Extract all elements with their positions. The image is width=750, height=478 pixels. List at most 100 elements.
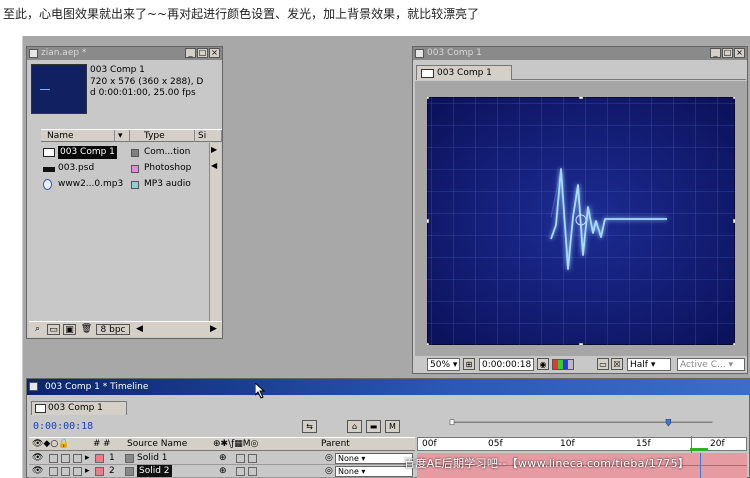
label-swatch[interactable] — [95, 467, 104, 476]
number-column: # — [103, 439, 111, 449]
live-update-icon[interactable]: ⌂ — [347, 420, 362, 433]
eye-icon[interactable]: 👁 — [32, 452, 43, 464]
maximize-button[interactable]: □ — [197, 48, 208, 58]
current-time-display[interactable]: 0:00:00:18 — [479, 358, 535, 371]
snapshot-icon[interactable]: ◉ — [537, 358, 549, 370]
audio-toggle[interactable] — [49, 454, 58, 463]
solo-toggle[interactable] — [61, 454, 70, 463]
project-title-bar[interactable]: zian.aep * _ □ × — [27, 47, 222, 60]
solo-toggle[interactable] — [61, 467, 70, 476]
label-swatch[interactable] — [131, 149, 139, 157]
comp-flowchart-icon[interactable]: ⇆ — [302, 420, 317, 433]
ruler-tick: 05f — [488, 439, 503, 449]
bpc-button[interactable]: 8 bpc — [96, 324, 130, 335]
time-ruler[interactable]: 00f 05f 10f 15f 20f — [417, 436, 747, 454]
timeline-title-bar[interactable]: 003 Comp 1 * Timeline — [27, 379, 750, 395]
shy-switch-icon[interactable]: ⊕ — [219, 465, 227, 477]
quality-switch[interactable] — [236, 467, 245, 476]
parent-pickwhip-icon[interactable]: ◎ — [325, 452, 333, 464]
lock-toggle[interactable] — [73, 467, 82, 476]
layer-number: 2 — [109, 466, 115, 476]
selected-item-duration: d 0:00:01:00, 25.00 fps — [90, 88, 196, 98]
work-area-bar[interactable] — [417, 419, 747, 427]
layer-name[interactable]: Solid 2 — [137, 465, 172, 477]
label-column-icon[interactable]: ▾ — [115, 130, 130, 142]
ecg-composition-frame[interactable] — [427, 97, 735, 345]
shy-switch-icon[interactable]: ⊕ — [219, 452, 227, 464]
page-caption: 至此，心电图效果就出来了~~再对起进行颜色设置、发光，加上背景效果，就比较漂亮了 — [3, 7, 480, 21]
current-time-indicator[interactable] — [691, 436, 692, 454]
parent-dropdown[interactable]: None ▾ — [335, 453, 413, 464]
timeline-column-header: 👁◆○🔒 # # Source Name ⊕✱\ƒ▦M◎ Parent — [29, 437, 415, 451]
layer-name[interactable]: Solid 1 — [137, 452, 168, 464]
ruler-tick: 10f — [560, 439, 575, 449]
scroll-right-icon[interactable]: ▶ — [207, 324, 220, 335]
project-item-audio[interactable]: www2...0.mp3 MP3 audio — [41, 177, 209, 192]
scroll-left-icon[interactable]: ◀ — [133, 324, 146, 335]
transparency-grid-icon[interactable]: ☒ — [611, 358, 623, 370]
eye-icon[interactable]: 👁 — [32, 465, 43, 477]
camera-dropdown[interactable]: Active C... ▾ — [677, 358, 745, 371]
project-window: zian.aep * _ □ × 003 Comp 1 720 x 576 (3… — [26, 46, 223, 339]
column-parent[interactable]: Parent — [321, 438, 350, 451]
minimize-button[interactable]: _ — [185, 48, 196, 58]
minimize-button[interactable]: _ — [710, 48, 721, 58]
timeline-current-time[interactable]: 0:00:00:18 — [33, 421, 93, 432]
safe-zones-icon[interactable]: ⊞ — [463, 358, 475, 370]
camera-value: Active C... — [680, 360, 726, 370]
audio-toggle[interactable] — [49, 467, 58, 476]
effect-switch[interactable] — [248, 454, 257, 463]
composition-title-bar[interactable]: 003 Comp 1 _ □ × — [413, 47, 747, 60]
timeline-window-icon — [29, 382, 38, 391]
quality-switch[interactable] — [236, 454, 245, 463]
composition-title: 003 Comp 1 — [427, 48, 482, 58]
draft-3d-icon[interactable]: ▬ — [366, 420, 381, 433]
resolution-value: Half — [630, 360, 648, 370]
project-scrollbar[interactable]: ▶ ◀ — [209, 143, 221, 321]
project-item-comp[interactable]: 003 Comp 1 Com...tion — [41, 145, 209, 160]
resolution-dropdown[interactable]: Half ▾ — [627, 358, 671, 371]
label-swatch[interactable] — [131, 181, 139, 189]
project-item-psd[interactable]: 003.psd Photoshop — [41, 161, 209, 176]
scroll-right-arrow[interactable]: ▶ — [211, 145, 217, 154]
ruler-tick: 20f — [710, 439, 725, 449]
close-button[interactable]: × — [209, 48, 220, 58]
scroll-left-arrow[interactable]: ◀ — [211, 161, 217, 170]
composition-icon — [35, 404, 46, 413]
layer-row-1[interactable]: 👁 ▸ 1 Solid 1 ⊕ ◎ None ▾ — [29, 452, 415, 465]
project-item-list: 003 Comp 1 Com...tion 003.psd Photoshop … — [41, 143, 209, 319]
find-icon[interactable]: ⌕ — [31, 324, 44, 335]
label-swatch[interactable] — [95, 454, 104, 463]
new-comp-icon[interactable]: ▣ — [63, 324, 76, 335]
region-of-interest-icon[interactable]: ▭ — [597, 358, 609, 370]
close-button[interactable]: × — [734, 48, 745, 58]
layer-number: 1 — [109, 453, 115, 463]
timeline-tab[interactable]: 003 Comp 1 — [31, 401, 127, 415]
mouse-cursor-icon — [255, 383, 266, 399]
parent-pickwhip-icon[interactable]: ◎ — [325, 465, 333, 477]
column-type[interactable]: Type — [130, 130, 195, 142]
column-size[interactable]: Si — [195, 130, 222, 142]
expand-arrow-icon[interactable]: ▸ — [85, 452, 90, 464]
composition-tab[interactable]: 003 Comp 1 — [416, 65, 512, 80]
composition-icon — [43, 148, 55, 157]
channel-icon[interactable] — [552, 359, 574, 370]
layer-row-2[interactable]: 👁 ▸ 2 Solid 2 ⊕ ◎ None ▾ — [29, 465, 415, 478]
label-swatch[interactable] — [131, 165, 139, 173]
column-source-name[interactable]: Source Name — [127, 438, 187, 451]
solid-icon — [125, 467, 134, 476]
maximize-button[interactable]: □ — [722, 48, 733, 58]
lock-toggle[interactable] — [73, 454, 82, 463]
watermark-text: 百度AE后期学习吧--【www.lineca.com/tieba/1775】 — [404, 457, 690, 470]
column-name[interactable]: Name — [41, 130, 115, 142]
zoom-dropdown[interactable]: 50% ▾ — [427, 358, 461, 371]
parent-dropdown[interactable]: None ▾ — [335, 466, 413, 477]
ruler-tick: 15f — [636, 439, 651, 449]
trash-icon[interactable]: 🗑 — [80, 324, 93, 335]
parent-value: None — [338, 467, 359, 476]
effect-switch[interactable] — [248, 467, 257, 476]
expand-arrow-icon[interactable]: ▸ — [85, 465, 90, 477]
motion-blur-icon[interactable]: M — [385, 420, 400, 433]
item-name: www2...0.mp3 — [58, 179, 124, 189]
new-folder-icon[interactable]: ▭ — [47, 324, 60, 335]
